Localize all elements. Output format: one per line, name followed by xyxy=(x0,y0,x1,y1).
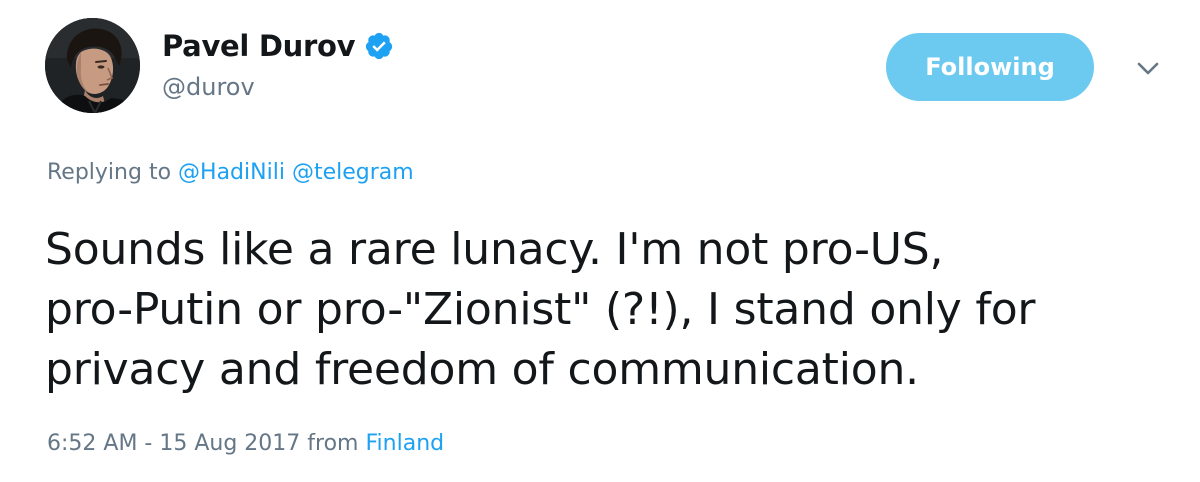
chevron-down-icon[interactable] xyxy=(1133,58,1163,80)
from-label: from xyxy=(307,431,359,456)
avatar[interactable] xyxy=(45,18,140,113)
mention-link-telegram[interactable]: @telegram xyxy=(292,160,414,185)
user-handle[interactable]: @durov xyxy=(162,73,255,101)
display-name[interactable]: Pavel Durov xyxy=(162,29,356,63)
author-name-row: Pavel Durov xyxy=(162,26,394,66)
tweet-text-line: privacy and freedom of communication. xyxy=(45,344,919,395)
timestamp[interactable]: 6:52 AM - 15 Aug 2017 xyxy=(47,431,300,456)
replying-to-label: Replying to xyxy=(47,160,172,185)
tweet-card: Pavel Durov @durov Following Replying to… xyxy=(0,0,1200,482)
verified-badge-icon xyxy=(364,31,394,61)
following-button[interactable]: Following xyxy=(886,33,1094,101)
tweet-text-line: Sounds like a rare lunacy. I'm not pro-U… xyxy=(45,224,944,275)
tweet-text: Sounds like a rare lunacy. I'm not pro-U… xyxy=(45,220,1185,400)
location-link[interactable]: Finland xyxy=(365,431,444,456)
profile-photo xyxy=(45,18,140,113)
replying-to-context: Replying to @HadiNili @telegram xyxy=(47,160,414,185)
tweet-meta: 6:52 AM - 15 Aug 2017 from Finland xyxy=(47,431,444,456)
mention-link-hadinili[interactable]: @HadiNili xyxy=(178,160,285,185)
tweet-text-line: pro-Putin or pro-"Zionist" (?!), I stand… xyxy=(45,284,1036,335)
